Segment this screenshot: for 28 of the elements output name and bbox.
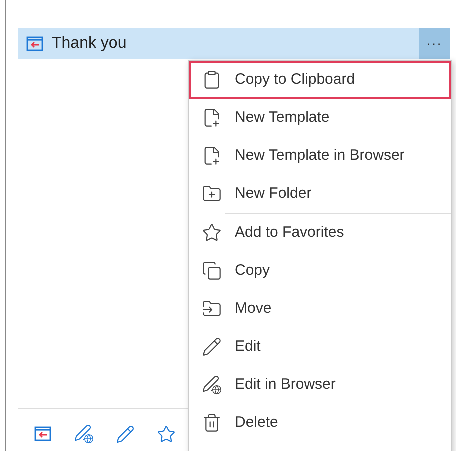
- template-icon: [34, 425, 52, 443]
- menu-item[interactable]: New Folder: [189, 175, 451, 213]
- menu-item[interactable]: New Template in Browser: [189, 137, 451, 175]
- template-title: Thank you: [52, 34, 127, 54]
- move-icon: [202, 299, 222, 319]
- menu-item[interactable]: Copy: [189, 252, 451, 290]
- page-plus-icon: [202, 146, 222, 166]
- more-button[interactable]: ···: [419, 28, 450, 59]
- pencil-globe-icon: [74, 424, 94, 444]
- menu-item[interactable]: Move: [189, 290, 451, 328]
- menu-item[interactable]: Edit in Browser: [189, 366, 451, 404]
- clipboard-icon: [202, 70, 222, 90]
- menu-item[interactable]: Copy to Clipboard: [189, 61, 451, 99]
- pencil-icon[interactable]: [116, 424, 135, 444]
- menu-item[interactable]: Add to Favorites: [189, 214, 451, 252]
- trash-icon: [202, 413, 222, 433]
- pencil-globe-icon: [202, 375, 222, 395]
- star-icon: [202, 223, 222, 243]
- template-row[interactable]: Thank you: [18, 28, 419, 59]
- menu-item[interactable]: Edit: [189, 328, 451, 366]
- page-plus-icon: [202, 108, 222, 128]
- folder-plus-icon: [202, 184, 222, 204]
- template-icon: [26, 34, 44, 52]
- menu-item[interactable]: New Template: [189, 99, 451, 137]
- menu-item[interactable]: Delete: [189, 404, 451, 442]
- star-icon[interactable]: [157, 424, 176, 444]
- copy-icon: [202, 261, 222, 281]
- pencil-icon: [202, 337, 222, 357]
